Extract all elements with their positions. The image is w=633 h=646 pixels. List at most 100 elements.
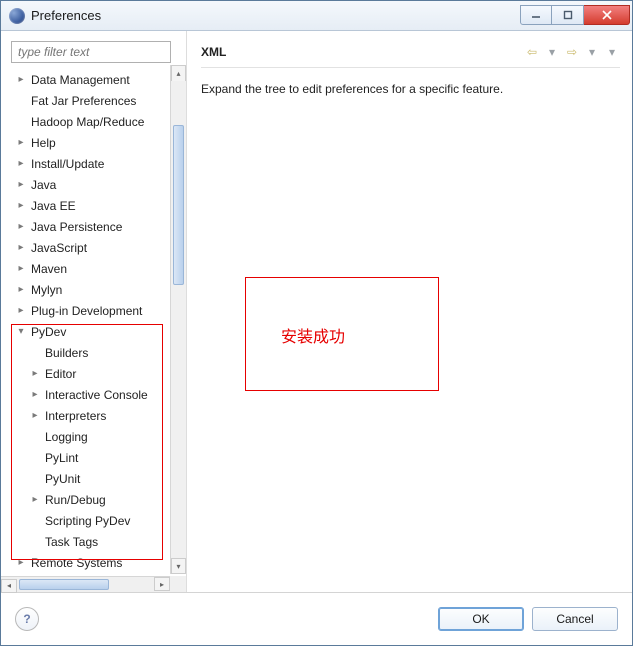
tree-item[interactable]: ▸Help <box>15 132 186 153</box>
tree-item[interactable]: Fat Jar Preferences <box>15 90 186 111</box>
tree-item[interactable]: Hadoop Map/Reduce <box>15 111 186 132</box>
tree-item-label: Interpreters <box>43 406 108 426</box>
tree-scroll[interactable]: ▸Data ManagementFat Jar PreferencesHadoo… <box>11 69 186 592</box>
tree-item[interactable]: ▸Install/Update <box>15 153 186 174</box>
minimize-button[interactable] <box>520 5 552 25</box>
annotation-label: 安装成功 <box>281 323 345 347</box>
tree-item[interactable]: ▾PyDev <box>15 321 186 342</box>
ok-button[interactable]: OK <box>438 607 524 631</box>
page-title: XML <box>201 45 226 59</box>
tree-item[interactable]: ▸Java Persistence <box>15 216 186 237</box>
help-button[interactable]: ? <box>15 607 39 631</box>
tree-item[interactable]: ▸Plug-in Development <box>15 300 186 321</box>
cancel-button[interactable]: Cancel <box>532 607 618 631</box>
twisty-closed-icon[interactable]: ▸ <box>15 158 27 170</box>
forward-button[interactable]: ⇨ <box>564 44 580 60</box>
tree-item-label: Help <box>29 133 58 153</box>
horizontal-scrollbar[interactable]: ◂ ▸ <box>1 576 170 592</box>
back-menu[interactable]: ▾ <box>544 44 560 60</box>
annotation-box-right <box>245 277 439 391</box>
left-panel: ▸Data ManagementFat Jar PreferencesHadoo… <box>1 31 187 592</box>
tree-item[interactable]: ▸Remote Systems <box>15 552 186 573</box>
twisty-closed-icon[interactable]: ▸ <box>29 494 41 506</box>
window-controls <box>520 5 630 27</box>
tree-item[interactable]: ▸Interpreters <box>15 405 186 426</box>
tree-item[interactable]: Logging <box>15 426 186 447</box>
tree-item-label: PyUnit <box>43 469 82 489</box>
tree-item[interactable]: ▸Interactive Console <box>15 384 186 405</box>
twisty-closed-icon[interactable]: ▸ <box>15 284 27 296</box>
tree-item[interactable]: ▸Run/Debug <box>15 489 186 510</box>
tree-item-label: Scripting PyDev <box>43 511 132 531</box>
titlebar: Preferences <box>1 1 632 31</box>
twisty-closed-icon[interactable]: ▸ <box>15 305 27 317</box>
tree-item[interactable]: Task Tags <box>15 531 186 552</box>
tree-item-label: PyLint <box>43 448 80 468</box>
tree-item-label: Interactive Console <box>43 385 150 405</box>
tree-item[interactable]: ▸JavaScript <box>15 237 186 258</box>
twisty-open-icon[interactable]: ▾ <box>15 326 27 338</box>
twisty-closed-icon[interactable]: ▸ <box>29 410 41 422</box>
scroll-right-arrow[interactable]: ▸ <box>154 577 170 591</box>
help-icon: ? <box>23 612 30 626</box>
tree-item[interactable]: ▸Java EE <box>15 195 186 216</box>
tree-item-label: Run/Debug <box>43 490 108 510</box>
app-icon <box>9 8 25 24</box>
twisty-closed-icon[interactable]: ▸ <box>29 389 41 401</box>
twisty-closed-icon[interactable]: ▸ <box>15 200 27 212</box>
tree-item-label: Plug-in Development <box>29 301 144 321</box>
close-icon <box>602 10 612 20</box>
tree-item[interactable]: ▸Mylyn <box>15 279 186 300</box>
tree-item-label: Install/Update <box>29 154 106 174</box>
tree-item-label: JavaScript <box>29 238 89 258</box>
tree-item[interactable]: ▸Data Management <box>15 69 186 90</box>
tree-item[interactable]: ▸Maven <box>15 258 186 279</box>
tree-item-label: PyDev <box>29 322 68 342</box>
scroll-down-arrow[interactable]: ▾ <box>171 558 186 574</box>
bottom-bar: ? OK Cancel <box>1 593 632 645</box>
twisty-closed-icon[interactable]: ▸ <box>15 179 27 191</box>
tree-item-label: Builders <box>43 343 90 363</box>
horizontal-scroll-thumb[interactable] <box>19 579 109 590</box>
close-button[interactable] <box>584 5 630 25</box>
tree-item[interactable]: PyUnit <box>15 468 186 489</box>
maximize-icon <box>563 10 573 20</box>
twisty-closed-icon[interactable]: ▸ <box>15 242 27 254</box>
preferences-tree: ▸Data ManagementFat Jar PreferencesHadoo… <box>11 69 186 592</box>
twisty-closed-icon[interactable]: ▸ <box>15 221 27 233</box>
forward-menu[interactable]: ▾ <box>584 44 600 60</box>
tree-item[interactable]: PyLint <box>15 447 186 468</box>
scroll-left-arrow[interactable]: ◂ <box>1 579 17 593</box>
tree-item[interactable]: ▸Java <box>15 174 186 195</box>
view-menu[interactable]: ▾ <box>604 44 620 60</box>
tree-item[interactable]: Scripting PyDev <box>15 510 186 531</box>
window-title: Preferences <box>31 8 101 23</box>
title-left: Preferences <box>9 8 101 24</box>
maximize-button[interactable] <box>552 5 584 25</box>
tree-container: ▸Data ManagementFat Jar PreferencesHadoo… <box>11 69 186 592</box>
twisty-closed-icon[interactable]: ▸ <box>29 368 41 380</box>
tree-item-label: Hadoop Map/Reduce <box>29 112 146 132</box>
twisty-closed-icon[interactable]: ▸ <box>15 557 27 569</box>
tree-item-label: Java <box>29 175 58 195</box>
tree-item-label: Maven <box>29 259 69 279</box>
filter-box[interactable] <box>11 41 171 63</box>
tree-item-label: Data Management <box>29 70 132 90</box>
tree-item-label: Java Persistence <box>29 217 124 237</box>
tree-item-label: Fat Jar Preferences <box>29 91 138 111</box>
page-body: Expand the tree to edit preferences for … <box>201 82 620 96</box>
twisty-closed-icon[interactable]: ▸ <box>15 137 27 149</box>
back-button[interactable]: ⇦ <box>524 44 540 60</box>
vertical-scroll-thumb[interactable] <box>173 125 184 285</box>
header-separator <box>201 67 620 68</box>
tree-item[interactable]: Builders <box>15 342 186 363</box>
right-header: XML ⇦ ▾ ⇨ ▾ ▾ <box>201 41 620 63</box>
vertical-scrollbar[interactable]: ▴ ▾ <box>170 65 186 574</box>
tree-item[interactable]: ▸Editor <box>15 363 186 384</box>
tree-item-label: Task Tags <box>43 532 100 552</box>
filter-input[interactable] <box>16 44 166 60</box>
scroll-up-arrow[interactable]: ▴ <box>171 65 186 81</box>
twisty-closed-icon[interactable]: ▸ <box>15 74 27 86</box>
tree-item-label: Java EE <box>29 196 78 216</box>
twisty-closed-icon[interactable]: ▸ <box>15 263 27 275</box>
